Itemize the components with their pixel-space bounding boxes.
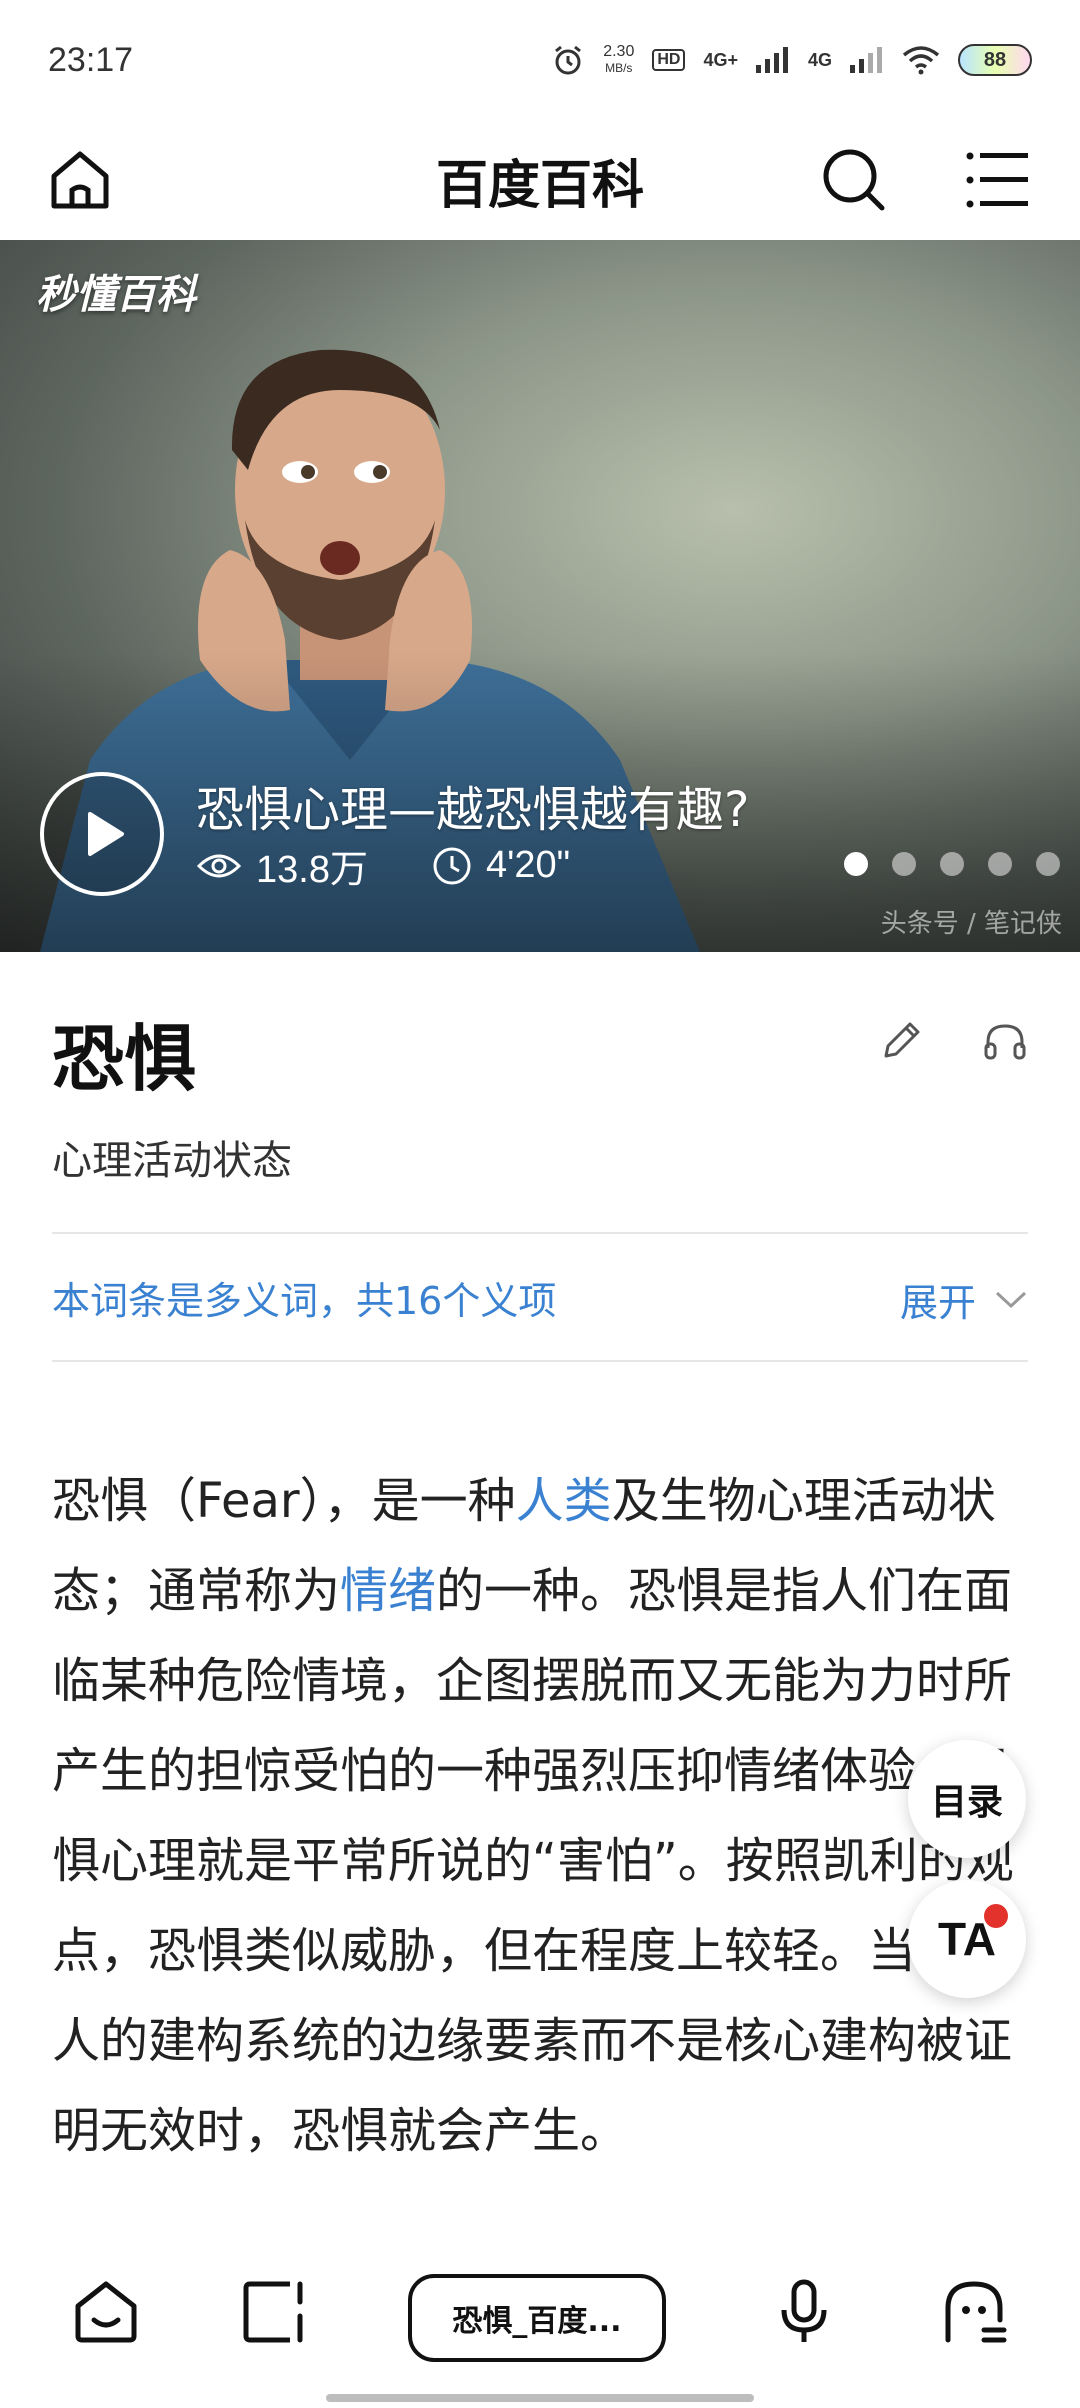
link-emotion[interactable]: 情绪 (340, 1563, 436, 1619)
bottom-nav: 恐惧_百度... (0, 2240, 1080, 2390)
home-indicator (326, 2394, 754, 2402)
wifi-icon (902, 46, 940, 75)
edit-icon[interactable] (878, 1018, 924, 1064)
video-banner[interactable]: 秒懂百科 恐惧心理—越恐惧越有趣? 13.8万 4'20" 头条号 / 笔记侠 (0, 240, 1080, 952)
menu-icon[interactable] (964, 146, 1032, 214)
network-4g: 4G (807, 49, 832, 70)
summary-text: 恐惧（Fear），是一种 (52, 1473, 516, 1529)
video-title: 恐惧心理—越恐惧越有趣? (196, 782, 750, 838)
alarm-icon (555, 45, 582, 75)
view-count: 13.8万 (256, 849, 368, 891)
status-bar: 23:17 2.30 MB/s HD 4G+ 4G 88 (0, 0, 1080, 120)
entry-title: 恐惧 (52, 1017, 197, 1101)
network-speed-unit: MB/s (605, 61, 633, 75)
notification-dot (984, 1904, 1008, 1928)
status-icons: 2.30 MB/s HD 4G+ 4G 88 (551, 43, 1032, 77)
entry-actions (878, 1018, 1028, 1064)
entry-subtitle: 心理活动状态 (52, 1138, 292, 1184)
play-button[interactable] (40, 772, 164, 896)
chevron-down-icon (995, 1291, 1027, 1308)
entry-summary: 恐惧（Fear），是一种人类及生物心理活动状态；通常称为情绪的一种。恐惧是指人们… (52, 1456, 1028, 2226)
network-speed-value: 2.30 (603, 43, 635, 60)
polysemy-notice[interactable]: 本词条是多义词，共16个义项 (52, 1270, 556, 1325)
tabs-icon[interactable] (238, 2276, 310, 2348)
signal-icon (755, 47, 788, 73)
banner-brand-logo: 秒懂百科 (36, 272, 196, 318)
carousel-dot[interactable] (940, 852, 964, 876)
battery-indicator: 88 (958, 44, 1032, 76)
page-title: 百度百科 (435, 155, 644, 216)
expand-label: 展开 (899, 1281, 976, 1325)
signal-icon-2 (850, 47, 882, 73)
carousel-dot[interactable] (844, 852, 868, 876)
hd-indicator: HD (652, 49, 686, 71)
divider (52, 1360, 1028, 1362)
status-time: 23:17 (48, 40, 134, 79)
microphone-icon[interactable] (768, 2276, 840, 2348)
expand-button[interactable]: 展开 (900, 1272, 1028, 1327)
play-icon (88, 812, 124, 856)
carousel-dots (844, 852, 1060, 876)
search-icon[interactable] (820, 146, 888, 214)
summary-text: 的一种。恐惧是指人们在面临某种危险情境，企图摆脱而又无能为力时所产生的担惊受怕的… (52, 1563, 1014, 2159)
carousel-dot[interactable] (988, 852, 1012, 876)
video-meta: 13.8万 4'20" (196, 838, 570, 893)
profile-icon[interactable] (938, 2276, 1010, 2348)
eye-icon (196, 854, 242, 877)
network-speed: 2.30 MB/s (603, 44, 634, 76)
carousel-dot[interactable] (1036, 852, 1060, 876)
current-tab[interactable]: 恐惧_百度... (408, 2274, 666, 2362)
home-icon[interactable] (46, 146, 114, 214)
clock-icon (433, 847, 471, 884)
headphones-icon[interactable] (982, 1018, 1028, 1064)
carousel-dot[interactable] (892, 852, 916, 876)
home-nav-icon[interactable] (70, 2276, 142, 2348)
network-4g-plus: 4G+ (703, 49, 738, 70)
link-humans[interactable]: 人类 (516, 1473, 612, 1529)
app-header: 百度百科 (0, 120, 1080, 240)
image-source: 头条号 / 笔记侠 (880, 909, 1062, 939)
ta-button[interactable]: TA (908, 1880, 1026, 1998)
divider (52, 1232, 1028, 1234)
video-duration: 4'20" (485, 844, 571, 886)
toc-button[interactable]: 目录 (908, 1740, 1026, 1858)
toc-label: 目录 (930, 1782, 1003, 1823)
